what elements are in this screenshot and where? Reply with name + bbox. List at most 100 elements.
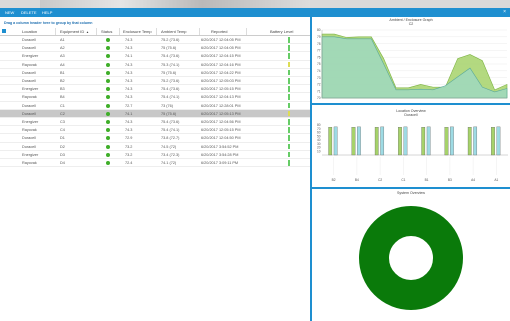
table-row[interactable]: Energizer A3 74.1 75.4 (73.6) 6/20/2017 12:0… (0, 52, 310, 61)
battery-icon (288, 69, 291, 76)
cell-enclosure-temp: 73.2 (125, 152, 133, 157)
col-status[interactable]: Status (101, 29, 112, 34)
battery-icon (288, 135, 291, 141)
y-tick-label: 73 (317, 76, 321, 80)
menu-new[interactable]: NEW (5, 10, 14, 15)
table-row[interactable]: Rayovak C4 74.3 75.4 (74.1) 6/20/2017 12:05:… (0, 126, 310, 135)
x-tick-label: A1 (494, 178, 498, 182)
cell-ambient-temp: 73.4 (72.3) (161, 152, 180, 157)
col-equipment-id[interactable]: Equipment ID (60, 29, 84, 34)
col-divider[interactable] (55, 28, 56, 35)
col-divider[interactable] (119, 28, 120, 35)
sort-ascending-icon[interactable]: ▲ (86, 30, 89, 34)
table-row[interactable]: Rayovak D4 72.4 74.1 (72) 6/20/2017 3:09:11 … (0, 159, 310, 168)
table-row[interactable]: Energizer D3 73.2 73.4 (72.3) 6/20/2017 3:54… (0, 151, 310, 159)
table-row[interactable]: Duracell A1 74.3 75.2 (73.6) 6/20/2017 12:04… (0, 36, 310, 45)
title-strip (40, 0, 310, 8)
bar (450, 126, 454, 156)
status-ok-icon (106, 95, 110, 100)
cell-equipment-id: A3 (60, 54, 65, 59)
status-ok-icon (106, 144, 110, 149)
select-all-checkbox[interactable] (2, 29, 6, 33)
table-row[interactable]: Duracell C2 74.1 75 (75.6) 6/20/2017 12:05:1… (0, 109, 310, 118)
status-ok-icon (106, 103, 110, 108)
browser-titlebar (0, 0, 510, 8)
cell-enclosure-temp: 74.3 (125, 38, 133, 42)
cell-location: Duracell (22, 144, 36, 149)
status-ok-icon (106, 54, 110, 59)
cell-reported: 6/20/2017 12:04:16 PM (201, 62, 241, 67)
battery-icon (288, 61, 291, 68)
y-tick-label: 80 (317, 28, 321, 32)
cell-reported: 6/20/2017 12:05:13 PM (201, 111, 241, 116)
status-ok-icon (106, 152, 110, 157)
table-row[interactable]: Rayovak A4 74.3 75.3 (74.1) 6/20/2017 12:04:… (0, 61, 310, 69)
cell-equipment-id: C3 (60, 120, 65, 124)
cell-equipment-id: A1 (60, 38, 65, 42)
bar (333, 126, 338, 156)
status-ok-icon (106, 70, 110, 75)
table-row[interactable]: Duracell C1 72.7 73 (76) 6/20/2017 12:28:01 … (0, 102, 310, 110)
cell-ambient-temp: 75.4 (73.6) (161, 120, 180, 124)
battery-icon (288, 143, 291, 150)
cell-ambient-temp: 75.4 (73.6) (161, 87, 180, 92)
cell-ambient-temp: 74.1 (72) (161, 161, 177, 165)
cell-enclosure-temp: 74.3 (125, 79, 133, 83)
cell-enclosure-temp: 74.3 (125, 95, 133, 100)
cell-equipment-id: A2 (60, 46, 65, 51)
col-divider[interactable] (96, 28, 97, 35)
cell-location: Energizer (22, 54, 39, 59)
bar (491, 127, 495, 156)
table-row[interactable]: Energizer B3 74.3 75.4 (73.6) 6/20/2017 12:0… (0, 85, 310, 94)
bar (403, 126, 408, 156)
cell-ambient-temp: 75 (75.6) (161, 111, 177, 116)
col-battery-level[interactable]: Battery Level (270, 29, 293, 34)
table-row[interactable]: Duracell A2 74.3 75 (75.6) 6/20/2017 12:04:0… (0, 44, 310, 53)
cell-enclosure-temp: 74.3 (125, 62, 133, 67)
cell-enclosure-temp: 74.3 (125, 46, 133, 51)
ambient-enclosure-chart: 80 79 78 77 76 75 74 73 72 71 70 (317, 28, 508, 100)
cell-reported: 6/20/2017 12:04:05 PM (201, 38, 241, 42)
col-divider[interactable] (156, 28, 157, 35)
status-ok-icon (106, 128, 110, 133)
battery-icon (288, 160, 291, 166)
cell-equipment-id: B4 (60, 95, 65, 100)
ambient-enclosure-panel: Ambient / Enclosure Graph C2 80 79 78 77 76 7… (312, 17, 510, 103)
cell-equipment-id: D4 (60, 161, 65, 165)
cell-ambient-temp: 75.3 (74.1) (161, 62, 180, 67)
menu-bar: NEW DELETE HELP × (0, 8, 510, 17)
close-icon[interactable]: × (503, 9, 506, 15)
x-tick-label: C1 (401, 178, 405, 182)
table-row[interactable]: Duracell B2 74.3 75.2 (73.6) 6/20/2017 12:05… (0, 77, 310, 86)
col-divider[interactable] (199, 28, 200, 35)
col-divider[interactable] (246, 28, 247, 35)
x-tick-label: A4 (471, 178, 475, 182)
table-row[interactable]: Energizer C3 74.3 75.4 (73.6) 6/20/2017 12:0… (0, 118, 310, 127)
cell-location: Duracell (22, 136, 36, 141)
menu-delete[interactable]: DELETE (21, 10, 37, 15)
table-row[interactable]: Duracell B1 74.3 75 (75.6) 6/20/2017 12:04:2… (0, 69, 310, 77)
cell-ambient-temp: 75 (75.6) (161, 70, 177, 75)
col-ambient-temp[interactable]: Ambient Temp (161, 29, 187, 34)
y-tick-label: 75 (317, 62, 321, 66)
col-reported[interactable]: Reported (211, 29, 227, 34)
col-enclosure-temp[interactable]: Enclosure Temp (123, 29, 152, 34)
cell-enclosure-temp: 73.2 (125, 144, 133, 149)
y-tick-label: 78 (317, 42, 321, 46)
table-row[interactable]: Duracell D1 72.9 73.8 (72.7) 6/20/2017 12:04… (0, 134, 310, 143)
cell-enclosure-temp: 72.7 (125, 103, 133, 108)
y-tick-label: 77 (317, 49, 321, 53)
battery-icon (288, 86, 291, 92)
x-tick-label: B1 (425, 178, 429, 182)
group-panel-hint[interactable]: Drag a column header here to group by th… (4, 21, 92, 25)
menu-help[interactable]: HELP (42, 10, 52, 15)
cell-reported: 6/20/2017 12:05:15 PM (201, 87, 241, 92)
table-row[interactable]: Duracell D2 73.2 74.5 (72) 6/20/2017 3:54:52… (0, 143, 310, 151)
col-location[interactable]: Location (22, 29, 37, 34)
table-row[interactable]: Rayovak B4 74.3 75.4 (74.1) 6/20/2017 12:04:… (0, 93, 310, 102)
battery-icon (288, 94, 291, 100)
grid-header: Location Equipment ID ▲ Status Enclosure… (0, 27, 310, 36)
cell-reported: 6/20/2017 12:04:22 PM (201, 70, 241, 75)
cell-enclosure-temp: 74.3 (125, 128, 133, 133)
y-tick-label: 70 (317, 96, 321, 100)
